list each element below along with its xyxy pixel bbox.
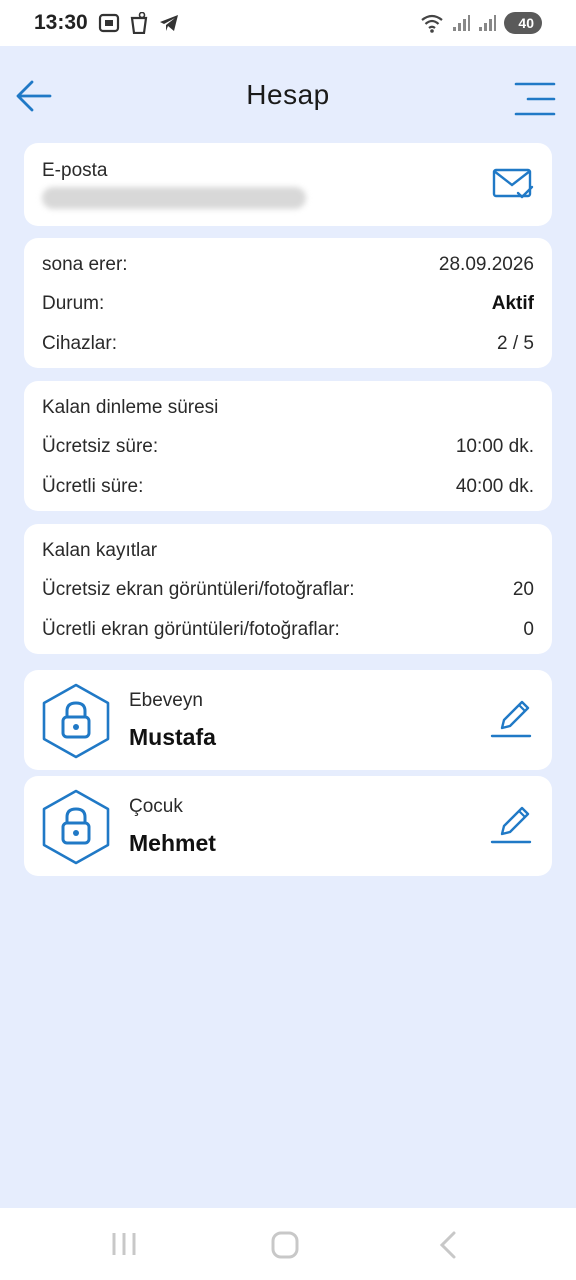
pencil-icon[interactable] [490,698,534,740]
paid-time-value: 40:00 dk. [455,476,534,497]
paid-screenshots-row: Ücretli ekran görüntüleri/fotoğraflar: 0 [42,619,534,641]
free-screenshots-label: Ücretsiz ekran görüntüleri/fotoğraflar: [42,579,355,600]
paid-screenshots-label: Ücretli ekran görüntüleri/fotoğraflar: [42,619,340,640]
profile-card-child[interactable]: Çocuk Mehmet [24,776,552,876]
status-right: 40 [420,12,542,34]
email-value-redacted [42,187,306,209]
screenshot-icon [98,13,119,33]
free-time-value: 10:00 dk. [455,436,534,457]
paid-screenshots-value: 0 [523,619,534,640]
subscription-card: sona erer: 28.09.2026 Durum: Aktif Cihaz… [24,238,552,368]
expiry-label: sona erer: [42,254,128,275]
devices-row: Cihazlar: 2 / 5 [42,333,534,355]
email-label: E-posta [42,160,108,181]
profile-role: Çocuk [129,796,183,817]
free-time-label: Ücretsiz süre: [42,436,159,457]
free-screenshots-row: Ücretsiz ekran görüntüleri/fotoğraflar: … [42,579,534,601]
status-label: Durum: [42,293,105,314]
profile-role: Ebeveyn [129,690,203,711]
app-bar: Hesap [0,46,576,144]
recent-apps-icon[interactable] [110,1230,138,1258]
listening-title: Kalan dinleme süresi [42,397,219,418]
devices-value: 2 / 5 [497,333,534,354]
menu-icon[interactable] [514,80,556,118]
lock-icon [42,683,110,759]
listening-time-card: Kalan dinleme süresi Ücretsiz süre: 10:0… [24,381,552,511]
records-title: Kalan kayıtlar [42,540,158,561]
status-bar: 13:30 40 [0,0,576,46]
profile-name: Mehmet [129,830,216,856]
arrow-left-icon[interactable] [14,76,54,116]
telegram-icon [159,15,178,31]
status-time: 13:30 [34,11,88,34]
profile-card-parent[interactable]: Ebeveyn Mustafa [24,670,552,770]
status-row: Durum: Aktif [42,293,534,315]
signal-icon [479,15,497,31]
status-left: 13:30 [34,11,180,35]
free-screenshots-value: 20 [512,579,534,600]
expiry-value: 28.09.2026 [438,254,534,275]
profile-name: Mustafa [129,724,216,750]
lock-icon [42,789,110,865]
mail-check-icon[interactable] [492,167,534,201]
battery-indicator: 40 [504,12,542,34]
free-time-row: Ücretsiz süre: 10:00 dk. [42,436,534,458]
devices-label: Cihazlar: [42,333,117,354]
system-nav-bar [0,1208,576,1280]
page-title: Hesap [246,79,330,110]
email-card[interactable]: E-posta [24,143,552,226]
status-value: Aktif [491,293,534,314]
system-back-icon[interactable] [436,1230,460,1260]
paid-time-row: Ücretli süre: 40:00 dk. [42,476,534,498]
wifi-icon [421,14,444,33]
records-card: Kalan kayıtlar Ücretsiz ekran görüntüler… [24,524,552,654]
paid-time-label: Ücretli süre: [42,476,144,497]
signal-icon [453,15,471,31]
delete-icon [130,12,147,34]
pencil-icon[interactable] [490,804,534,846]
expiry-row: sona erer: 28.09.2026 [42,254,534,276]
home-icon[interactable] [270,1230,300,1260]
